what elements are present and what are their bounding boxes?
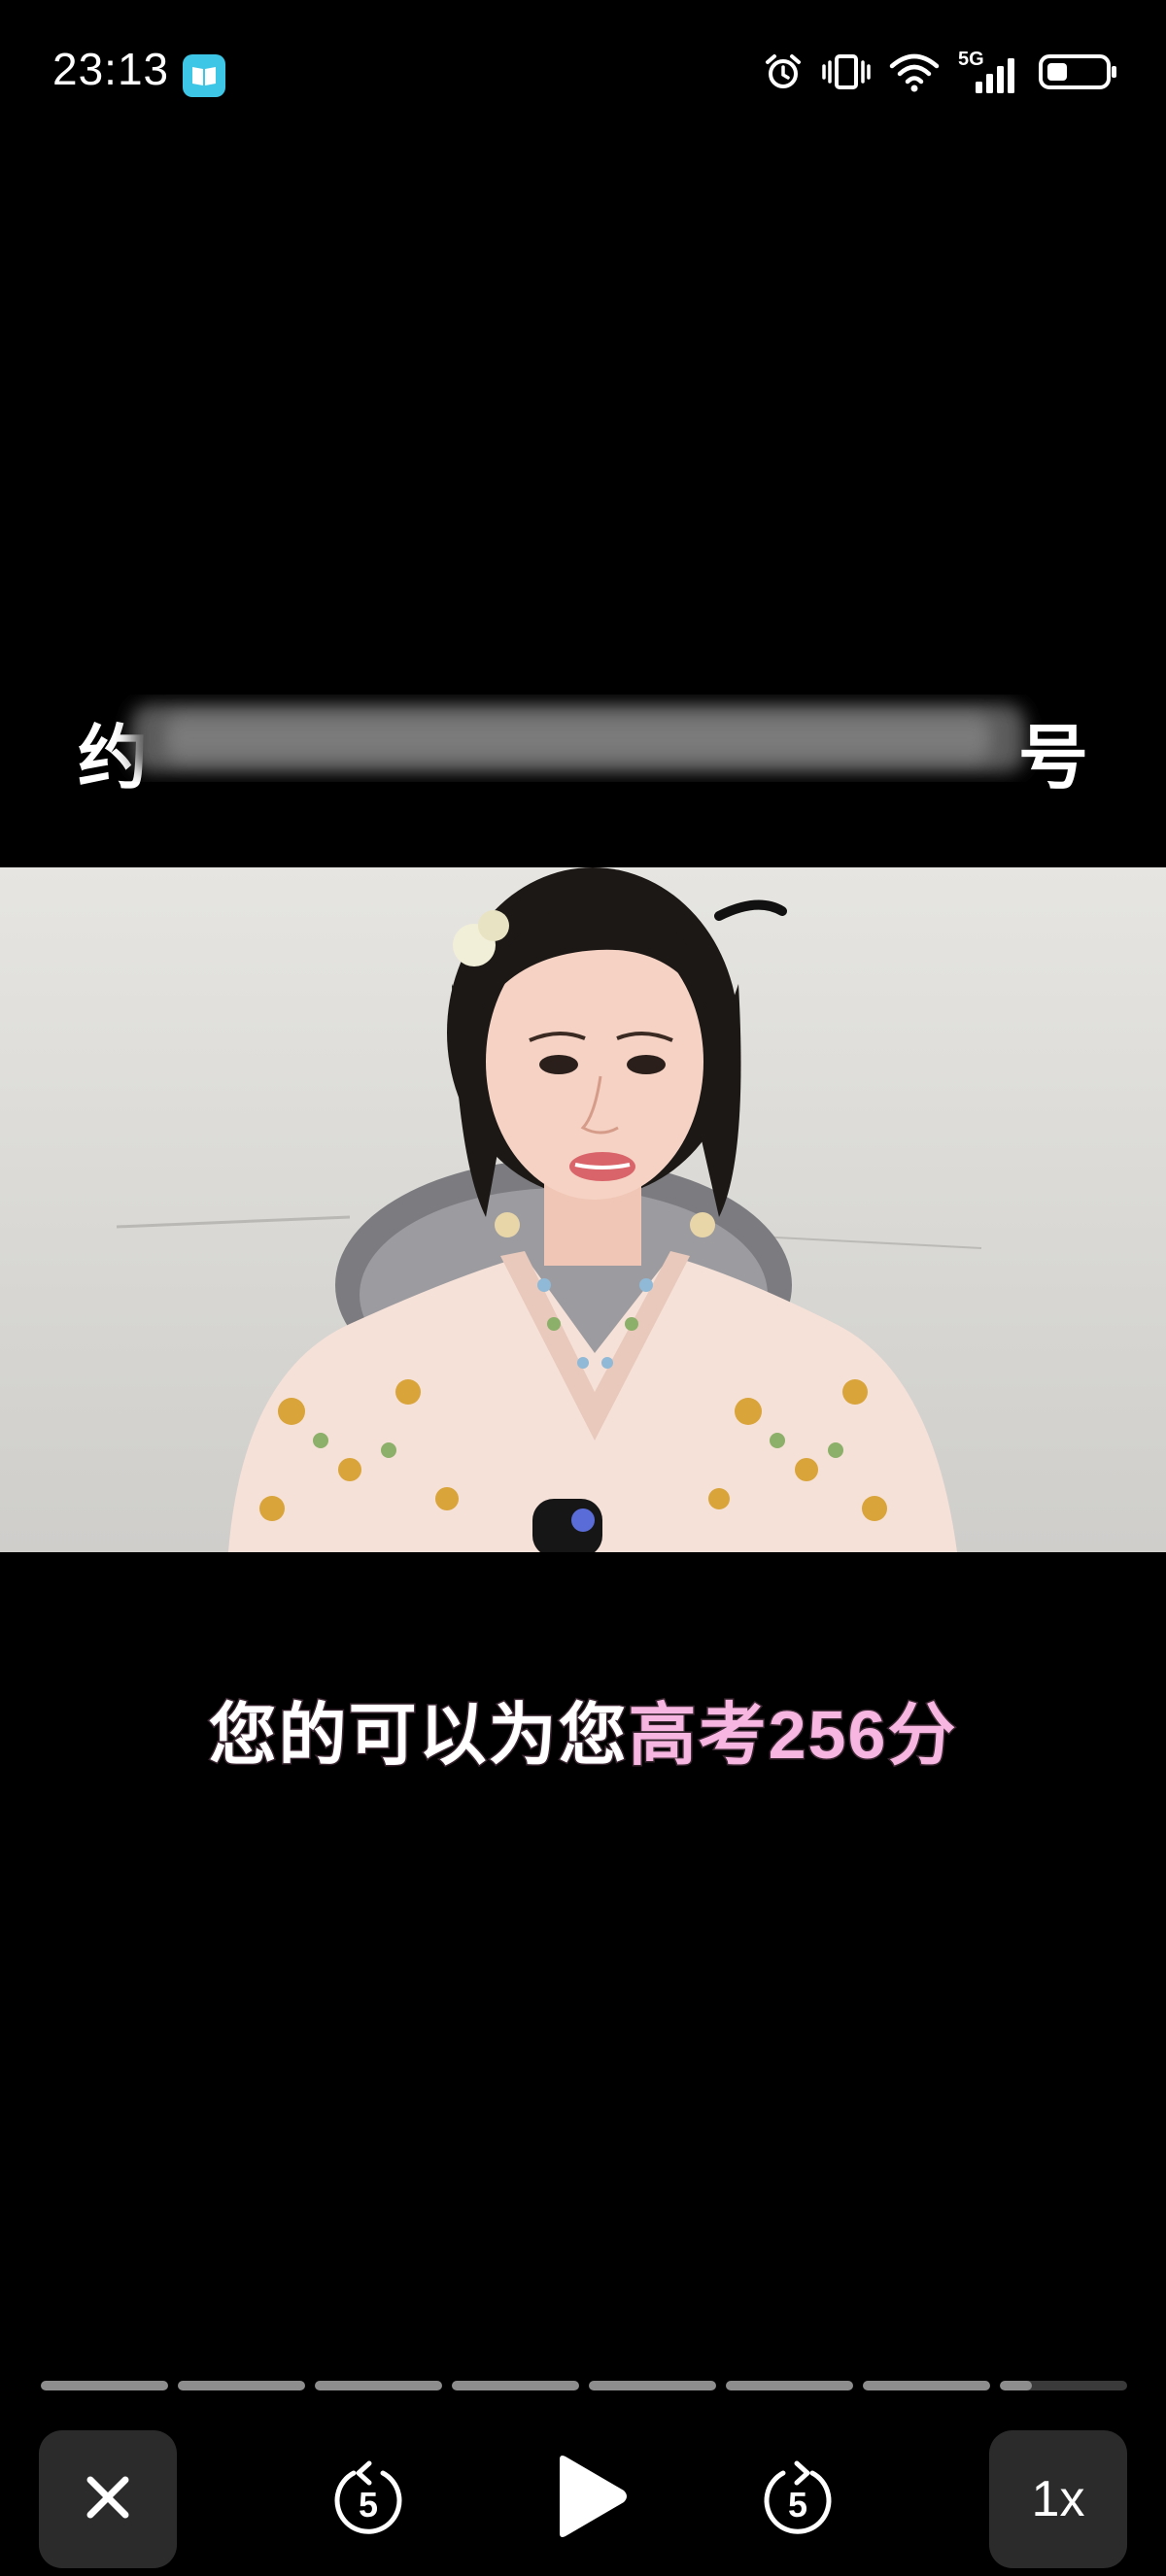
video-caption: 您的可以为您高考256分 — [0, 1680, 1166, 1779]
close-button[interactable] — [39, 2430, 177, 2568]
progress-segment-current — [1000, 2381, 1127, 2390]
progress-segment — [41, 2381, 168, 2390]
progress-segment — [726, 2381, 853, 2390]
progress-segment — [452, 2381, 579, 2390]
progress-segment — [589, 2381, 716, 2390]
progress-segment-fill — [1000, 2381, 1032, 2390]
video-frame[interactable] — [0, 867, 1166, 1552]
playback-speed-button[interactable]: 1x — [989, 2430, 1127, 2568]
progress-segment — [863, 2381, 990, 2390]
play-icon — [560, 2456, 627, 2537]
play-button[interactable] — [540, 2448, 637, 2545]
progress-segment — [178, 2381, 305, 2390]
status-bar: 23:13 5G — [0, 0, 1166, 146]
alarm-icon — [762, 51, 805, 98]
wifi-icon — [888, 51, 941, 98]
rewind-5-button[interactable]: 5 — [326, 2457, 410, 2541]
caption-white-text: 您的可以为您 — [207, 1696, 629, 1775]
book-app-icon — [183, 54, 225, 97]
blurred-subtitle: 约 号 — [78, 695, 1088, 797]
rewind-seconds-label: 5 — [358, 2485, 379, 2525]
close-icon — [81, 2470, 135, 2529]
status-time: 23:13 — [52, 44, 170, 94]
forward-5-button[interactable]: 5 — [756, 2457, 840, 2541]
vibrate-icon — [822, 51, 871, 98]
video-still-woman-speaking — [116, 867, 982, 1552]
signal-icon: 5G — [958, 49, 1020, 97]
forward-seconds-label: 5 — [787, 2485, 808, 2525]
status-icons: 5G — [762, 49, 1117, 99]
caption-highlight-text: 高考256分 — [627, 1696, 958, 1775]
top-subtitle-right-char: 号 — [1017, 720, 1088, 797]
speed-label: 1x — [1031, 2471, 1085, 2527]
battery-icon — [1038, 51, 1117, 98]
story-progress-bar[interactable] — [41, 2381, 1127, 2390]
progress-segment — [315, 2381, 442, 2390]
